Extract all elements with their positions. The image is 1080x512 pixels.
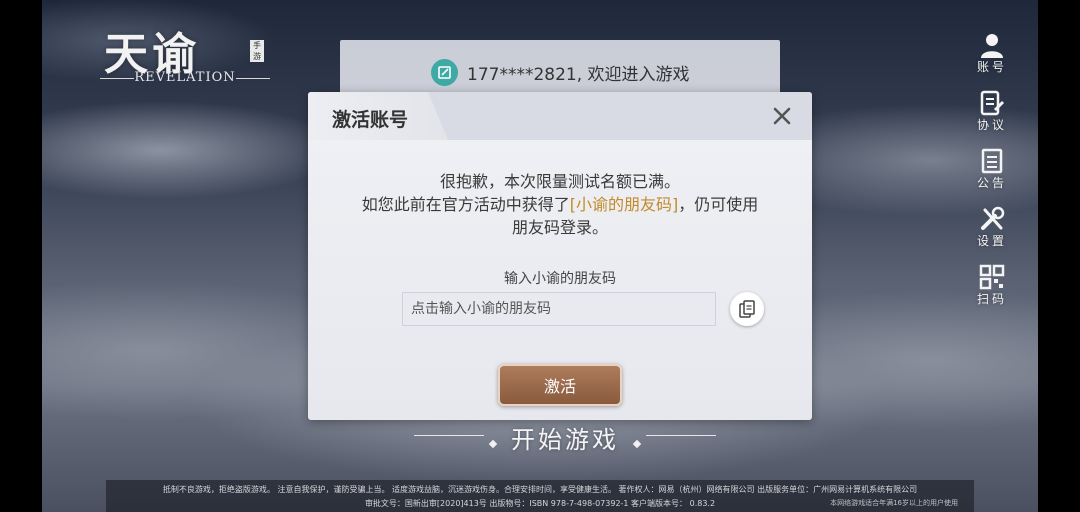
dialog-message: 很抱歉，本次限量测试名额已满。 如您此前在官方活动中获得了[小谕的朋友码]，仍可… — [328, 170, 792, 239]
message-line-3: 朋友码登录。 — [511, 218, 608, 237]
message-line-2-pre: 如您此前在官方活动中获得了 — [361, 195, 570, 214]
footer-line-1: 抵制不良游戏，拒绝盗版游戏。 注意自我保护，谨防受骗上当。 适度游戏益脑，沉迷游… — [162, 485, 918, 494]
message-line-2-post: ，仍可使用 — [678, 195, 759, 214]
start-game-button[interactable]: 开始游戏 — [410, 420, 720, 454]
qr-code-icon — [979, 264, 1005, 290]
left-letterbox — [0, 0, 42, 512]
agreement-icon — [980, 90, 1005, 116]
game-logo: 天谕 手游 REVELATION — [100, 18, 270, 90]
activate-account-dialog: 激活账号 很抱歉，本次限量测试名额已满。 如您此前在官方活动中获得了[小谕的朋友… — [308, 92, 812, 420]
logo-seal: 手游 — [250, 40, 264, 62]
settings-icon — [981, 206, 1005, 230]
right-diamond-ornament — [632, 439, 642, 448]
paste-icon — [739, 300, 755, 318]
menu-item-account[interactable]: 账号 — [968, 32, 1016, 90]
footer-notice: 抵制不良游戏，拒绝盗版游戏。 注意自我保护，谨防受骗上当。 适度游戏益脑，沉迷游… — [106, 480, 974, 512]
start-game-label: 开始游戏 — [511, 426, 619, 454]
friend-code-label: 输入小谕的朋友码 — [504, 271, 616, 287]
edit-icon[interactable] — [431, 59, 458, 86]
menu-label-announcement: 公告 — [976, 176, 1007, 190]
menu-label-scan-qr: 扫码 — [976, 292, 1007, 306]
account-icon — [981, 34, 1003, 58]
left-diamond-ornament — [488, 439, 498, 448]
friend-code-input[interactable] — [402, 292, 716, 326]
paste-button[interactable] — [730, 292, 764, 326]
message-line-2: 如您此前在官方活动中获得了[小谕的朋友码]，仍可使用 — [328, 193, 792, 216]
dialog-header: 激活账号 — [308, 92, 812, 140]
menu-label-agreement: 协议 — [976, 118, 1007, 132]
age-rating-notice: 本网络游戏适合年满16岁以上的用户使用 — [830, 499, 958, 507]
welcome-text: 177****2821, 欢迎进入游戏 — [467, 65, 690, 85]
close-icon[interactable] — [770, 104, 794, 128]
menu-label-settings: 设置 — [976, 234, 1007, 248]
activate-button[interactable]: 激活 — [498, 364, 622, 406]
logo-subtitle: REVELATION — [100, 70, 270, 85]
dialog-title: 激活账号 — [332, 109, 409, 131]
menu-item-announcement[interactable]: 公告 — [968, 148, 1016, 206]
message-line-1: 很抱歉，本次限量测试名额已满。 — [439, 172, 680, 191]
right-letterbox — [1038, 0, 1080, 512]
menu-item-settings[interactable]: 设置 — [968, 206, 1016, 264]
menu-item-scan-qr[interactable]: 扫码 — [968, 264, 1016, 322]
announcement-icon — [981, 148, 1003, 174]
menu-item-agreement[interactable]: 协议 — [968, 90, 1016, 148]
friend-code-highlight: [小谕的朋友码] — [569, 195, 679, 214]
right-menu: 账号 协议 公告 设置 扫码 — [968, 32, 1016, 322]
menu-label-account: 账号 — [976, 60, 1007, 74]
